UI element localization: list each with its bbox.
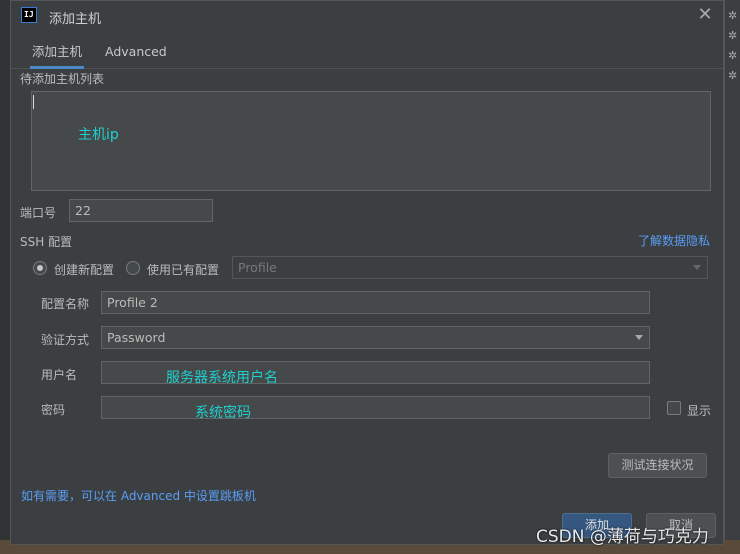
host-list-label: 待添加主机列表 bbox=[20, 72, 105, 86]
auth-method-value: Password bbox=[107, 330, 166, 345]
add-host-dialog: IJ 添加主机 ✕ 添加主机 Advanced 待添加主机列表 主机ip 端口号… bbox=[10, 0, 724, 545]
radio-use-existing[interactable] bbox=[126, 261, 140, 275]
tab-bar: 添加主机 Advanced bbox=[11, 39, 723, 69]
port-input[interactable]: 22 bbox=[69, 199, 213, 222]
app-logo-icon: IJ bbox=[21, 7, 37, 23]
tab-add-host[interactable]: 添加主机 bbox=[29, 39, 85, 69]
dialog-title: 添加主机 bbox=[49, 12, 102, 27]
auth-method-select[interactable]: Password bbox=[101, 326, 650, 349]
gear-icon: ✲ bbox=[728, 9, 738, 22]
close-icon[interactable]: ✕ bbox=[695, 5, 715, 25]
watermark: CSDN @薄荷与巧克力 bbox=[536, 527, 709, 547]
host-list-textarea[interactable]: 主机ip bbox=[31, 91, 711, 191]
password-label: 密码 bbox=[41, 403, 66, 417]
gear-icon: ✲ bbox=[728, 49, 738, 62]
radio-create-new[interactable] bbox=[33, 261, 47, 275]
password-annotation: 系统密码 bbox=[195, 405, 251, 421]
host-ip-annotation: 主机ip bbox=[78, 127, 119, 143]
gear-icon: ✲ bbox=[728, 69, 738, 82]
radio-create-new-label[interactable]: 创建新配置 bbox=[54, 261, 114, 278]
tab-advanced[interactable]: Advanced bbox=[105, 39, 167, 69]
ssh-config-label: SSH 配置 bbox=[20, 235, 73, 249]
password-input[interactable] bbox=[101, 396, 650, 419]
username-label: 用户名 bbox=[41, 368, 78, 382]
auth-method-label: 验证方式 bbox=[41, 333, 90, 347]
chevron-down-icon bbox=[693, 265, 701, 270]
jump-host-hint: 如有需要，可以在 Advanced 中设置跳板机 bbox=[21, 489, 256, 503]
background-right-edge: ✲ ✲ ✲ ✲ bbox=[724, 0, 740, 554]
profile-select: Profile bbox=[232, 256, 708, 279]
test-connection-button[interactable]: 测试连接状况 bbox=[608, 453, 707, 478]
background-left-edge bbox=[0, 0, 10, 554]
config-name-label: 配置名称 bbox=[41, 297, 90, 311]
radio-use-existing-label[interactable]: 使用已有配置 bbox=[147, 261, 219, 278]
privacy-link[interactable]: 了解数据隐私 bbox=[638, 232, 710, 249]
show-password-label[interactable]: 显示 bbox=[687, 402, 711, 419]
chevron-down-icon bbox=[635, 335, 643, 340]
gear-icon: ✲ bbox=[728, 29, 738, 42]
show-password-checkbox[interactable] bbox=[667, 401, 681, 415]
profile-select-value: Profile bbox=[238, 260, 277, 275]
dialog-titlebar: IJ 添加主机 ✕ bbox=[11, 1, 723, 31]
config-name-input[interactable]: Profile 2 bbox=[101, 291, 650, 314]
text-caret bbox=[33, 95, 34, 109]
port-label: 端口号 bbox=[20, 206, 57, 220]
username-annotation: 服务器系统用户名 bbox=[166, 370, 278, 386]
